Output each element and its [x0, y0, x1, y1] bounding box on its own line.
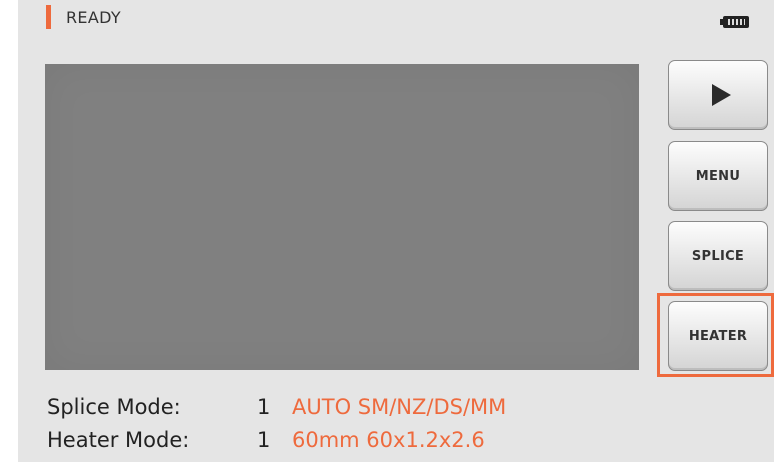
play-button[interactable] — [668, 60, 768, 130]
splice-mode-value: AUTO SM/NZ/DS/MM — [292, 395, 507, 419]
battery-level — [728, 19, 745, 25]
battery-icon — [720, 16, 749, 28]
menu-button[interactable]: MENU — [668, 141, 768, 211]
camera-view — [45, 64, 639, 370]
status-text: READY — [66, 8, 121, 27]
heater-button-highlight — [657, 293, 774, 377]
splice-mode-number: 1 — [257, 395, 271, 419]
heater-mode-label: Heater Mode: — [47, 428, 190, 452]
status-bar: READY — [18, 0, 774, 40]
play-icon — [711, 84, 731, 106]
splicer-screen: READY MENU SPLICE HEATER Splice Mode: 1 … — [18, 0, 774, 462]
status-indicator-bar — [46, 5, 51, 29]
heater-mode-number: 1 — [257, 428, 271, 452]
splice-button[interactable]: SPLICE — [668, 221, 768, 291]
heater-mode-value: 60mm 60x1.2x2.6 — [292, 428, 485, 452]
splice-mode-label: Splice Mode: — [47, 395, 181, 419]
